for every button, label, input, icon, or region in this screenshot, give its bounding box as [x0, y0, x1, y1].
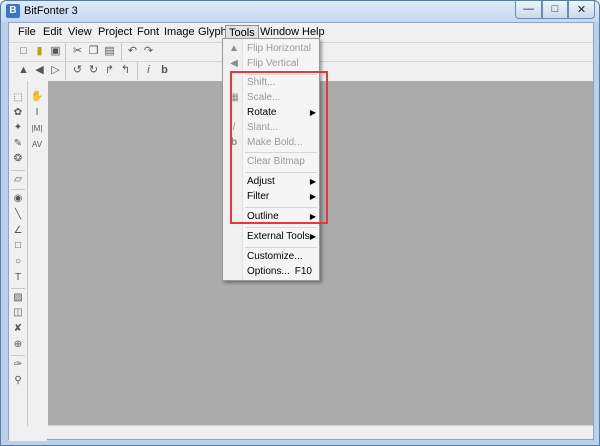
- pencil-icon[interactable]: ✎: [11, 137, 25, 151]
- mirror-icon[interactable]: ▷: [48, 63, 63, 78]
- flip-vertical-icon: ◀: [230, 58, 238, 69]
- rotate-left-icon[interactable]: ↺: [70, 63, 85, 78]
- menu-view[interactable]: View: [65, 25, 95, 40]
- metrics-icon[interactable]: |M|: [30, 122, 44, 136]
- menu-separator: [245, 247, 317, 248]
- move-icon[interactable]: ◫: [11, 306, 25, 320]
- zoom-rectangle-icon[interactable]: ▨: [11, 291, 25, 305]
- toolbar-group-divider: [65, 62, 66, 80]
- paste-icon[interactable]: ▤: [102, 44, 117, 59]
- flip-horizontal-icon[interactable]: ▲: [16, 63, 31, 78]
- close-icon: ✕: [576, 4, 587, 16]
- tools-divider: [11, 355, 25, 356]
- compass-icon[interactable]: ⊕: [11, 338, 25, 352]
- app-window: B BitFonter 3 — □ ✕ File Edit View Proje…: [0, 0, 600, 446]
- copy-icon[interactable]: ❐: [86, 44, 101, 59]
- kerning-icon[interactable]: AV: [30, 138, 44, 152]
- toolbar-group-divider: [137, 62, 138, 80]
- ellipse-icon[interactable]: ○: [11, 255, 25, 269]
- tools-panel-border: [27, 81, 28, 433]
- tools-divider: [11, 170, 25, 171]
- bold-icon[interactable]: b: [157, 63, 172, 78]
- tools-divider: [11, 288, 25, 289]
- close-button[interactable]: ✕: [568, 1, 595, 19]
- menu-edit[interactable]: Edit: [40, 25, 65, 40]
- toolbar-group-divider: [121, 43, 122, 61]
- lasso-icon[interactable]: ✿: [11, 106, 25, 120]
- flip-vertical-icon[interactable]: ◀: [32, 63, 47, 78]
- menu-item-external-tools[interactable]: External Tools ▶: [247, 229, 319, 244]
- menu-item-options-shortcut: F10: [294, 266, 312, 277]
- text-cursor-icon[interactable]: I: [30, 106, 44, 120]
- italic-icon[interactable]: i: [141, 63, 156, 78]
- toolbar-group-divider: [65, 43, 66, 61]
- minimize-icon: —: [523, 3, 534, 15]
- status-bar: [9, 426, 47, 439]
- drawing-tools-panel: ⬚ ✋ ✿ I ✦ |M| ✎ AV ❂ ▱ ◉ ╲ ∠ □ ○ T ▨ ◫ ✘…: [9, 81, 47, 441]
- menu-project[interactable]: Project: [95, 25, 135, 40]
- menu-font[interactable]: Font: [134, 25, 162, 40]
- horizontal-scrollbar[interactable]: [48, 425, 593, 439]
- paint-bucket-icon[interactable]: ◉: [11, 192, 25, 206]
- submenu-arrow-icon: ▶: [309, 232, 316, 241]
- menu-item-flip-horizontal[interactable]: Flip Horizontal: [247, 41, 319, 56]
- type-icon[interactable]: T: [11, 271, 25, 285]
- eyedropper-icon[interactable]: ✑: [11, 358, 25, 372]
- menu-image[interactable]: Image: [161, 25, 198, 40]
- title-bar[interactable]: B BitFonter 3 — □ ✕: [1, 1, 599, 22]
- menu-item-options[interactable]: Options... F10: [247, 264, 319, 279]
- undo-icon[interactable]: ↶: [125, 44, 140, 59]
- menu-item-options-label: Options...: [247, 266, 290, 277]
- redo-icon[interactable]: ↷: [141, 44, 156, 59]
- rotate-up-icon[interactable]: ↱: [102, 63, 117, 78]
- open-folder-icon[interactable]: ▮: [32, 44, 47, 59]
- minimize-button[interactable]: —: [515, 1, 542, 19]
- new-file-icon[interactable]: □: [16, 44, 31, 59]
- rotate-right-icon[interactable]: ↻: [86, 63, 101, 78]
- rectangle-icon[interactable]: □: [11, 239, 25, 253]
- save-icon[interactable]: ▣: [48, 44, 63, 59]
- polyline-icon[interactable]: ∠: [11, 224, 25, 238]
- brush-icon[interactable]: ❂: [11, 152, 25, 166]
- maximize-button[interactable]: □: [542, 1, 568, 19]
- app-icon: B: [6, 4, 20, 18]
- maximize-icon: □: [551, 3, 559, 15]
- tools-divider: [11, 189, 25, 190]
- magnifier-icon[interactable]: ⚲: [11, 374, 25, 388]
- eraser-icon[interactable]: ▱: [11, 173, 25, 187]
- menu-file[interactable]: File: [15, 25, 39, 40]
- menu-item-flip-vertical[interactable]: Flip Vertical: [247, 56, 319, 71]
- rotate-down-icon[interactable]: ↰: [118, 63, 133, 78]
- line-icon[interactable]: ╲: [11, 208, 25, 222]
- window-title: BitFonter 3: [24, 5, 78, 17]
- magic-wand-icon[interactable]: ✦: [11, 121, 25, 135]
- menu-separator: [245, 227, 317, 228]
- menu-item-customize[interactable]: Customize...: [247, 249, 319, 264]
- flip-horizontal-icon: ▲: [229, 43, 239, 54]
- hand-icon[interactable]: ✋: [30, 90, 44, 104]
- knife-icon[interactable]: ✘: [11, 322, 25, 336]
- annotation-highlight-box: [230, 71, 328, 224]
- cut-icon[interactable]: ✂: [70, 44, 85, 59]
- marquee-select-icon[interactable]: ⬚: [11, 91, 25, 105]
- menu-item-external-tools-label: External Tools: [247, 231, 310, 242]
